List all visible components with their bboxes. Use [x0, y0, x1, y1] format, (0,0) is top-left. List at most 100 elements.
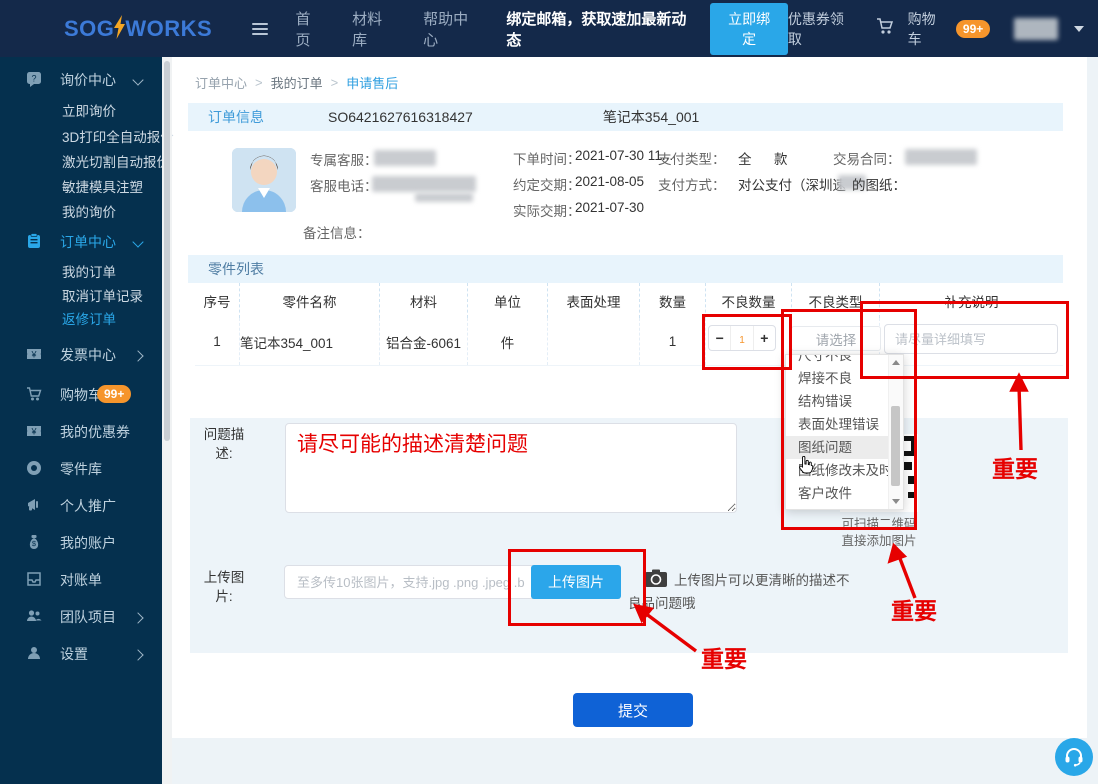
upload-hint-text: 上传图片可以更清晰的描述不良品问题哦: [628, 573, 850, 611]
cart-icon: [26, 386, 42, 402]
col-surface: 表面处理: [548, 283, 640, 318]
cs-name-redacted: [374, 150, 436, 166]
coupon-claim-link[interactable]: 优惠券领取: [788, 9, 852, 49]
sidebar-item-3d-print-quote[interactable]: 3D打印全自动报价: [0, 125, 174, 147]
invoice-ticket-icon: ¥: [26, 346, 42, 362]
sidebar-item-my-coupons[interactable]: ¥ 我的优惠券: [0, 421, 162, 443]
col-qty: 数量: [640, 283, 706, 318]
customer-support-headset-icon[interactable]: [1055, 738, 1093, 776]
breadcrumb-separator: >: [330, 75, 339, 90]
sidebar-item-inquire-now[interactable]: 立即询价: [0, 99, 162, 121]
sidebar-item-personal-promotion[interactable]: 个人推广: [0, 495, 162, 517]
sidebar-item-settings[interactable]: 设置: [0, 643, 162, 665]
sidebar-item-my-orders[interactable]: 我的订单: [0, 260, 162, 282]
order-time-label: 下单时间：: [513, 152, 581, 167]
option-weld-defect[interactable]: 焊接不良: [786, 367, 888, 390]
chevron-right-icon: [132, 612, 144, 624]
stepper-value[interactable]: 1: [730, 326, 754, 350]
sidebar-item-invoice-center[interactable]: ¥ 发票中心: [0, 344, 162, 366]
desc-annotation-red-text: 请尽可能的描述清楚问题: [297, 432, 528, 456]
actual-date-value: 2021-07-30: [575, 200, 645, 215]
stepper-minus-button[interactable]: −: [709, 326, 730, 350]
scroll-down-icon[interactable]: [892, 499, 901, 504]
sidebar-item-my-account[interactable]: $ 我的账户: [0, 532, 162, 554]
scroll-thumb[interactable]: [891, 406, 901, 486]
contract-redacted: [905, 149, 977, 165]
col-material: 材料: [380, 283, 468, 318]
dropdown-scrollbar[interactable]: [888, 355, 903, 509]
nav-help-center[interactable]: 帮助中心: [423, 8, 480, 50]
right-margin-strip: [1087, 57, 1098, 784]
parts-list-title: 零件列表: [208, 261, 264, 277]
username-redacted[interactable]: [1014, 17, 1059, 40]
sidebar-item-team-projects[interactable]: 团队项目: [0, 606, 162, 628]
pay-method-value: 对公支付（深圳速: [738, 178, 846, 193]
sidebar-item-rapid-mold[interactable]: 敏捷模具注塑: [0, 175, 162, 197]
option-size-defect[interactable]: 尺寸不良: [786, 355, 888, 367]
svg-text:¥: ¥: [30, 427, 37, 437]
coupon-ticket-icon: ¥: [26, 423, 42, 439]
remark-label: 备注信息：: [303, 226, 371, 241]
breadcrumb: 订单中心 > 我的订单 > 申请售后: [195, 73, 398, 92]
nav-material-library[interactable]: 材料库: [352, 8, 395, 50]
footer-strip: [172, 738, 1087, 784]
order-info-label: 订单信息: [208, 109, 264, 125]
lightning-bolt-icon: [113, 14, 126, 45]
bind-now-button[interactable]: 立即绑定: [710, 2, 788, 55]
defect-type-select[interactable]: 请选择: [791, 326, 881, 351]
svg-text:?: ?: [31, 74, 36, 84]
option-other[interactable]: 其他: [786, 505, 888, 509]
sidebar-item-statement[interactable]: 对账单: [0, 569, 162, 591]
scrollbar-thumb[interactable]: [164, 61, 170, 441]
promise-date-label: 约定交期：: [513, 178, 581, 193]
user-icon: [26, 645, 42, 661]
option-surface-error[interactable]: 表面处理错误: [786, 413, 888, 436]
scroll-up-icon[interactable]: [892, 360, 901, 365]
actual-date-label: 实际交期：: [513, 204, 581, 219]
breadcrumb-my-orders[interactable]: 我的订单: [271, 73, 323, 92]
page-scrollbar[interactable]: [162, 57, 172, 784]
sidebar-item-laser-cut-quote[interactable]: 激光切割自动报价: [0, 150, 170, 172]
logo-text-left: SOG: [64, 15, 115, 41]
sidebar-item-inquiry-center[interactable]: ? 询价中心: [0, 69, 162, 91]
mouse-hand-cursor-icon: [798, 455, 814, 479]
sidebar-item-parts-library[interactable]: 零件库: [0, 458, 162, 480]
pay-type-label: 支付类型：: [658, 152, 726, 167]
nav-home[interactable]: 首页: [296, 8, 325, 50]
option-customer-change[interactable]: 客户改件: [786, 482, 888, 505]
breadcrumb-order-center[interactable]: 订单中心: [195, 73, 247, 92]
order-number: SO6421627616318427: [328, 109, 473, 125]
cart-label[interactable]: 购物车: [908, 9, 946, 49]
menu-hamburger-icon[interactable]: [252, 22, 268, 35]
upload-image-button[interactable]: 上传图片: [531, 565, 621, 599]
defect-qty-stepper: − 1 +: [708, 325, 776, 351]
col-defect-qty: 不良数量: [706, 283, 792, 318]
user-menu-caret-icon[interactable]: [1074, 25, 1085, 32]
nut-icon: [26, 460, 42, 476]
sidebar-item-order-center[interactable]: 订单中心: [0, 231, 162, 253]
sidebar-cart-badge: 99+: [97, 385, 132, 403]
submit-button[interactable]: 提交: [573, 693, 693, 727]
cs-label: 专属客服：: [310, 153, 378, 168]
sidebar-item-repair-orders[interactable]: 返修订单: [0, 307, 162, 329]
cart-icon[interactable]: [876, 17, 894, 40]
row-material: 铝合金-6061: [380, 318, 468, 365]
row-index: 1: [195, 318, 240, 365]
option-structure-error[interactable]: 结构错误: [786, 390, 888, 413]
chevron-down-icon: [132, 74, 144, 86]
sogaworks-logo[interactable]: SOG WORKS: [64, 14, 212, 44]
cs-phone-label: 客服电话：: [310, 179, 378, 194]
parts-list-bar: 零件列表: [188, 255, 1063, 283]
note-input[interactable]: [884, 324, 1058, 354]
stepper-plus-button[interactable]: +: [754, 326, 775, 350]
customer-service-avatar: [232, 148, 296, 212]
inbox-document-icon: [26, 571, 42, 587]
sidebar-item-cancelled-orders[interactable]: 取消订单记录: [0, 284, 162, 306]
cs-phone2-redacted: [415, 193, 473, 202]
qr-hint-line2: 直接添加图片: [841, 534, 917, 548]
after-sales-page: { "colors":{"accent":"#2aa7e8","primary_…: [0, 0, 1098, 784]
sidebar-item-my-inquiries[interactable]: 我的询价: [0, 200, 162, 222]
sidebar-item-cart[interactable]: 购物车 99+: [0, 384, 162, 406]
order-info-bar: 订单信息 SO6421627616318427 笔记本354_001: [188, 103, 1063, 131]
chevron-right-icon: [132, 649, 144, 661]
